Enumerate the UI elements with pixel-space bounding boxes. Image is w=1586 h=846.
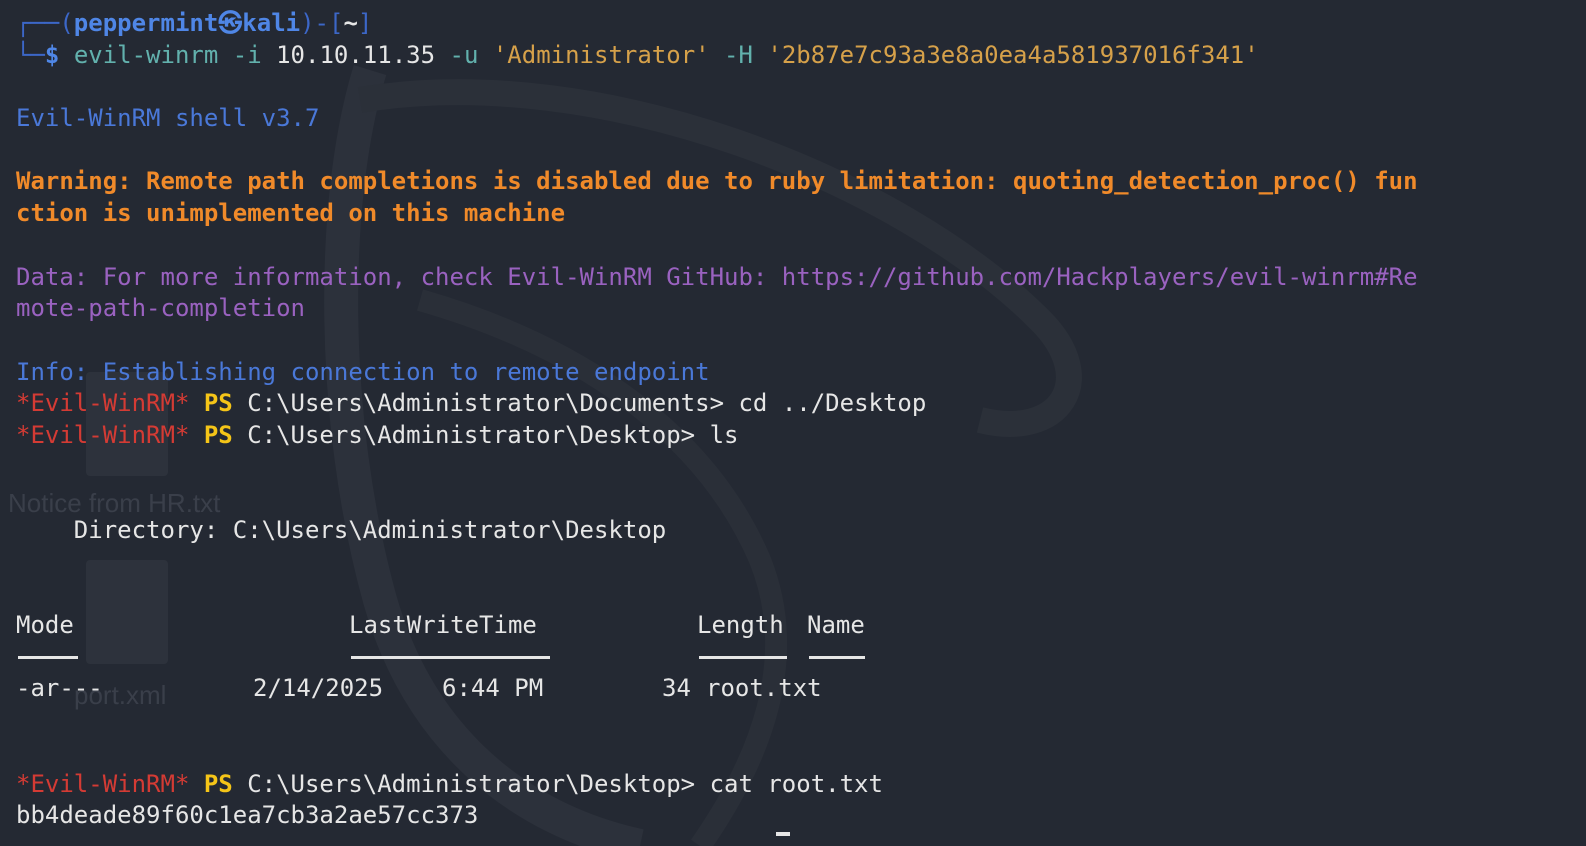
- header-lastwritetime: LastWriteTime: [349, 611, 537, 640]
- command-username: 'Administrator': [492, 40, 710, 69]
- prompt-frame: )-[: [300, 9, 344, 37]
- skull-icon: ㉿: [218, 9, 243, 37]
- ps-tag: PS: [189, 389, 248, 418]
- prompt-host: kali: [242, 9, 301, 37]
- command-binary: evil-winrm: [73, 40, 219, 69]
- command-flag: -H: [709, 40, 768, 69]
- header-name: Name: [807, 611, 865, 640]
- ps-command: cd ../Desktop: [738, 389, 927, 418]
- evil-winrm-tag: *Evil-WinRM*: [16, 420, 190, 449]
- command-flag: -u: [435, 40, 493, 69]
- command-flag: -i: [218, 40, 277, 69]
- underline-rule: [351, 656, 550, 660]
- prompt-user: peppermint: [73, 9, 219, 37]
- ps-prompt-line: *Evil-WinRM* PS C:\Users\Administrator\D…: [16, 769, 1576, 801]
- flag-output-line: bb4deade89f60c1ea7cb3a2ae57cc373: [16, 801, 479, 830]
- prompt-frame: ]: [357, 9, 373, 37]
- data-line-1: Data: For more information, check Evil-W…: [16, 262, 1418, 291]
- ps-command: ls: [709, 420, 739, 449]
- terminal-cursor: [776, 832, 790, 836]
- row-name: root.txt: [706, 674, 822, 703]
- evil-winrm-tag: *Evil-WinRM*: [16, 769, 190, 798]
- listing-underline: [16, 642, 1576, 674]
- row-date: 2/14/2025: [253, 674, 384, 703]
- header-length: Length: [697, 611, 784, 640]
- ps-prompt-line: *Evil-WinRM* PS C:\Users\Administrator\D…: [16, 388, 1576, 420]
- ps-command: cat root.txt: [709, 769, 883, 798]
- listing-header: Mode LastWriteTime Length Name: [16, 610, 1576, 642]
- ps-prompt-line: *Evil-WinRM* PS C:\Users\Administrator\D…: [16, 420, 1576, 452]
- shell-command-line: └─$ evil-winrm -i 10.10.11.35 -u 'Admini…: [16, 40, 1576, 72]
- terminal-output[interactable]: ┌──(peppermint㉿kali)-[~] └─$ evil-winrm …: [16, 8, 1576, 832]
- row-time: 6:44 PM: [442, 674, 544, 703]
- prompt-dir: ~: [343, 9, 358, 37]
- ps-path: C:\Users\Administrator\Desktop>: [247, 769, 710, 798]
- evil-winrm-tag: *Evil-WinRM*: [16, 389, 190, 418]
- ps-tag: PS: [189, 769, 248, 798]
- ps-tag: PS: [189, 420, 248, 449]
- ps-path: C:\Users\Administrator\Desktop>: [247, 420, 710, 449]
- info-line: Info: Establishing connection to remote …: [16, 357, 710, 386]
- command-hash: '2b87e7c93a3e8a0ea4a581937016f341': [767, 40, 1259, 69]
- underline-rule: [699, 656, 787, 660]
- prompt-dollar: $: [44, 40, 74, 69]
- prompt-frame: └─: [16, 40, 45, 69]
- row-length: 34: [662, 674, 691, 703]
- underline-rule: [18, 656, 78, 660]
- warning-line-1: Warning: Remote path completions is disa…: [16, 167, 1418, 196]
- data-line-2: mote-path-completion: [16, 294, 305, 323]
- header-mode: Mode: [16, 611, 74, 640]
- row-mode: -ar---: [16, 674, 103, 703]
- banner-line: Evil-WinRM shell v3.7: [16, 104, 320, 133]
- warning-line-2: ction is unimplemented on this machine: [16, 199, 566, 228]
- shell-prompt-line-1: ┌──(peppermint㉿kali)-[~]: [16, 8, 1576, 40]
- directory-line: Directory: C:\Users\Administrator\Deskto…: [16, 516, 667, 544]
- table-row: -ar--- 2/14/2025 6:44 PM 34 root.txt: [16, 673, 1576, 705]
- command-ip: 10.10.11.35: [276, 40, 436, 69]
- underline-rule: [809, 656, 865, 660]
- ps-path: C:\Users\Administrator\Documents>: [247, 389, 739, 418]
- prompt-frame: ┌──(: [16, 9, 74, 37]
